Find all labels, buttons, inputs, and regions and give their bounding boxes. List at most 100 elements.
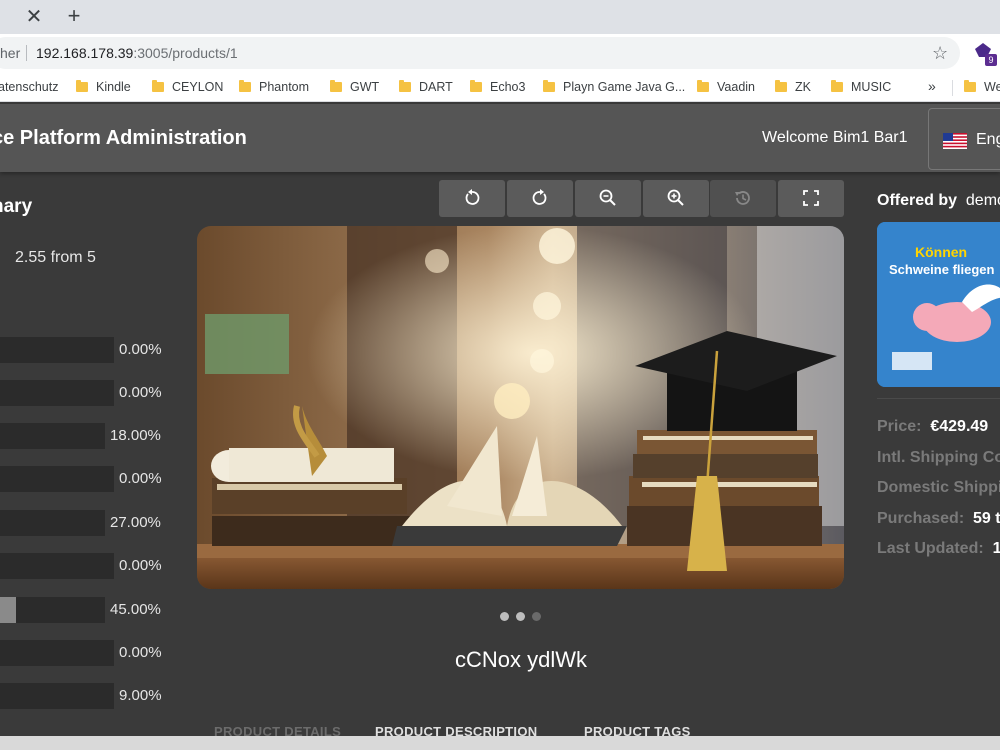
- app-header: ce Platform Administration Welcome Bim1 …: [0, 104, 1000, 172]
- tab-product-description[interactable]: PRODUCT DESCRIPTION: [375, 724, 537, 736]
- language-label: Eng: [976, 131, 1000, 148]
- bookmark-item[interactable]: DART: [399, 79, 453, 95]
- purchased-row: Purchased: 59 ti: [877, 510, 1000, 528]
- last-updated-value: 1: [992, 540, 1000, 557]
- rotate-right-icon: [532, 189, 547, 205]
- rating-bar-percent: 18.00%: [110, 427, 161, 444]
- folder-icon: [697, 80, 709, 92]
- rating-bar-track: [0, 380, 114, 406]
- bookmark-label: Echo3: [490, 80, 526, 94]
- intl-shipping-row: Intl. Shipping Co: [877, 449, 1000, 467]
- folder-icon: [964, 80, 976, 92]
- zoom-in-button[interactable]: [643, 180, 709, 217]
- thumbnail-title-line1: Können: [915, 244, 967, 260]
- folder-icon: [330, 80, 342, 92]
- bookmark-label: CEYLON: [172, 80, 224, 94]
- bookmark-item[interactable]: We: [964, 79, 1000, 95]
- language-selector[interactable]: Eng: [928, 108, 1000, 170]
- bookmark-item[interactable]: CEYLON: [152, 79, 223, 95]
- offered-by-label: Offered by: [877, 192, 958, 209]
- bookmarks-overflow-icon[interactable]: »: [928, 78, 936, 94]
- rating-bar-percent: 0.00%: [119, 470, 162, 487]
- tab-product-tags[interactable]: PRODUCT TAGS: [584, 724, 691, 736]
- bookmark-item[interactable]: Echo3: [470, 79, 525, 95]
- rating-bar-percent: 0.00%: [119, 341, 162, 358]
- carousel-dot[interactable]: [532, 612, 541, 621]
- folder-icon: [470, 80, 482, 92]
- address-bar[interactable]: her 192.168.178.39:3005/products/1: [0, 37, 960, 69]
- reset-history-button[interactable]: [710, 180, 776, 217]
- product-main-image[interactable]: [197, 226, 844, 589]
- folder-icon: [239, 80, 251, 92]
- intl-shipping-label: Intl. Shipping Co: [877, 449, 1000, 466]
- rating-bar-track: [0, 553, 114, 579]
- tab-product-details[interactable]: PRODUCT DETAILS: [214, 724, 341, 736]
- bookmarks-bar: atenschutz Kindle CEYLON Phantom GWT DAR…: [0, 72, 1000, 102]
- history-icon: [735, 191, 750, 205]
- bookmark-item[interactable]: MUSIC: [831, 79, 891, 95]
- carousel-dots: [500, 612, 542, 622]
- product-name: cCNox ydlWk: [454, 647, 587, 672]
- carousel-dot[interactable]: [516, 612, 525, 621]
- bookmark-label: Kindle: [96, 80, 131, 94]
- close-tab-icon[interactable]: ✕: [22, 5, 46, 29]
- zoom-out-button[interactable]: [575, 180, 641, 217]
- rating-bar-track: [0, 423, 105, 449]
- purchased-value: 59 ti: [973, 510, 1000, 527]
- rating-bar-percent: 0.00%: [119, 384, 162, 401]
- folder-icon: [76, 80, 88, 92]
- extension-badge: 9: [985, 54, 997, 66]
- rating-bar-fill: [0, 597, 16, 623]
- bookmark-star-icon[interactable]: ☆: [932, 44, 948, 62]
- folder-icon: [775, 80, 787, 92]
- rating-bar-percent: 45.00%: [110, 601, 161, 618]
- purchased-label: Purchased:: [877, 510, 965, 527]
- us-flag-icon: [943, 133, 967, 149]
- rotate-left-button[interactable]: [439, 180, 505, 217]
- fullscreen-button[interactable]: [778, 180, 844, 217]
- bookmark-label: Playn Game Java G...: [563, 80, 686, 94]
- domestic-shipping-row: Domestic Shippi: [877, 479, 1000, 497]
- bookmark-label: Phantom: [259, 80, 310, 94]
- last-updated-label: Last Updated:: [877, 540, 984, 557]
- bookmark-item[interactable]: Phantom: [239, 79, 309, 95]
- rating-bar-percent: 27.00%: [110, 514, 161, 531]
- offered-by-name[interactable]: demo: [966, 192, 1000, 209]
- url-host: 192.168.178.39: [36, 45, 134, 61]
- folder-icon: [399, 80, 411, 92]
- price-value: €429.49: [930, 418, 989, 435]
- bookmark-label: MUSIC: [851, 80, 892, 94]
- seller-product-thumbnail[interactable]: Können Schweine fliegen: [877, 222, 1000, 387]
- rating-average: 2.55 from 5: [15, 249, 96, 266]
- bookmark-item[interactable]: Playn Game Java G...: [543, 79, 685, 95]
- fullscreen-icon: [803, 190, 819, 206]
- zoom-out-icon: [599, 189, 616, 206]
- price-row: Price: €429.49: [877, 418, 988, 436]
- bookmark-item[interactable]: ZK: [775, 79, 811, 95]
- rating-bar-track: [0, 466, 114, 492]
- thumbnail-title-line2: Schweine fliegen: [889, 262, 995, 277]
- address-url[interactable]: 192.168.178.39:3005/products/1: [36, 45, 238, 61]
- domestic-shipping-label: Domestic Shippi: [877, 479, 1000, 496]
- rating-bar-track: [0, 337, 114, 363]
- bookmark-item[interactable]: Vaadin: [697, 79, 755, 95]
- rating-bar-track: [0, 597, 105, 623]
- browser-toolbar: her 192.168.178.39:3005/products/1: [0, 34, 1000, 72]
- bookmark-item[interactable]: GWT: [330, 79, 379, 95]
- new-tab-icon[interactable]: +: [62, 4, 86, 28]
- rating-bar-track: [0, 683, 114, 709]
- bookmark-label: atenschutz: [0, 80, 59, 94]
- bookmark-label: DART: [419, 80, 453, 94]
- bookmark-item[interactable]: Kindle: [76, 79, 131, 95]
- rotate-right-button[interactable]: [507, 180, 573, 217]
- rating-summary-title: nary: [0, 196, 33, 217]
- rating-bar-percent: 0.00%: [119, 557, 162, 574]
- last-updated-row: Last Updated: 1: [877, 540, 1000, 558]
- board-game-box-image: Können Schweine fliegen: [877, 222, 1000, 387]
- bookmark-label: ZK: [795, 80, 811, 94]
- offered-by: Offered by demo: [877, 192, 1000, 210]
- library-books-graduation-cap-image: [197, 226, 844, 589]
- bookmark-item[interactable]: atenschutz: [0, 79, 58, 95]
- carousel-dot[interactable]: [500, 612, 509, 621]
- bookmarks-separator: [952, 80, 953, 96]
